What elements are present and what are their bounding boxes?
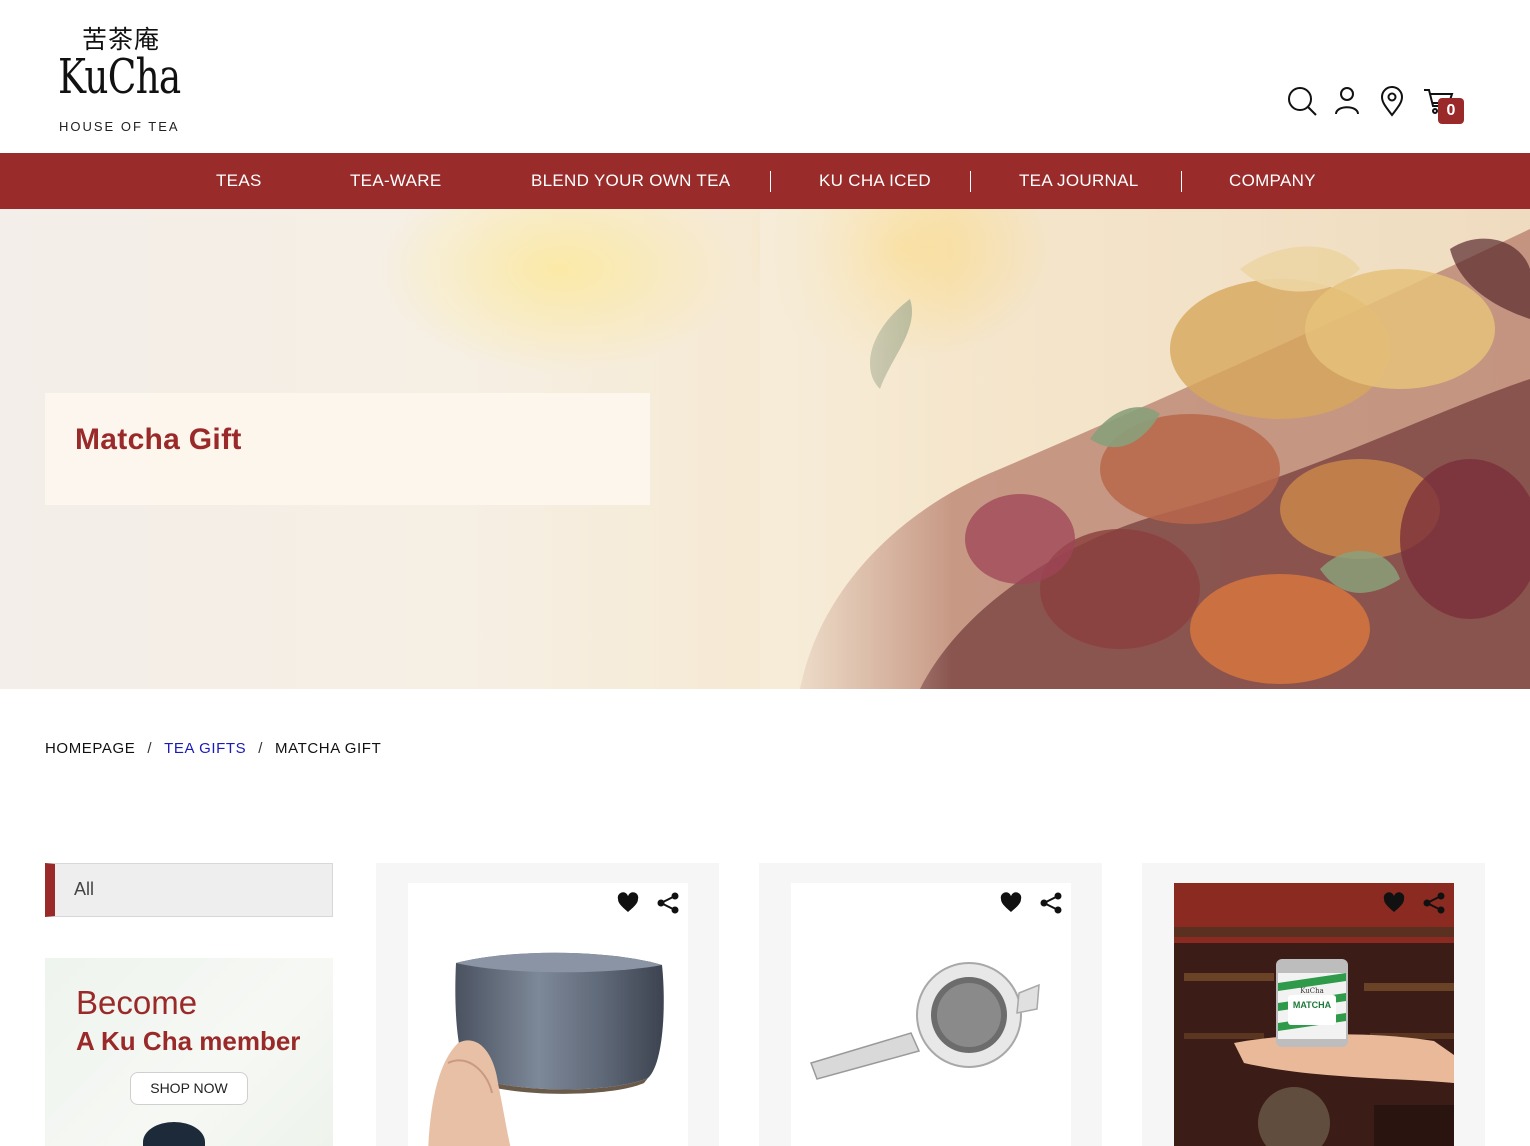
shop-now-button[interactable]: SHOP NOW [130,1072,248,1105]
promo-heading: Become [76,984,198,1021]
tin-label: MATCHA [1292,1000,1332,1010]
location-icon[interactable] [1375,84,1409,118]
category-filter-all[interactable]: All [45,863,333,917]
product-image-matcha-tin[interactable]: MATCHA KuCha [1174,883,1454,1146]
nav-item-blend-your-own-tea[interactable]: BLEND YOUR OWN TEA [531,153,730,209]
matcha-bowl-illustration [428,952,664,1146]
product-card[interactable] [376,863,719,1146]
nav-item-company[interactable]: COMPANY [1229,153,1316,209]
nav-divider [770,171,771,192]
hero-banner: Matcha Gift [0,209,1530,689]
product-actions [616,891,680,915]
breadcrumb-current: MATCHA GIFT [275,740,382,757]
share-icon[interactable] [1422,891,1446,915]
breadcrumb-separator: / [147,740,153,757]
product-card[interactable] [759,863,1102,1146]
main-navigation: TEAS TEA-WARE BLEND YOUR OWN TEA KU CHA … [0,153,1530,209]
category-filter-label: All [74,879,95,899]
product-image-matcha-bowl[interactable] [408,883,688,1146]
nav-divider [970,171,971,192]
promo-subheading: A Ku Cha member [76,1026,301,1056]
nav-item-ku-cha-iced[interactable]: KU CHA ICED [819,153,931,209]
membership-promo-banner[interactable]: Become A Ku Cha member SHOP NOW [45,958,333,1146]
product-actions [999,891,1063,915]
tea-strainer-illustration [810,962,1040,1080]
site-header: 苦茶庵 KuCha HOUSE OF TEA 0 [0,0,1530,153]
tin-brand: KuCha [1300,987,1324,995]
search-icon[interactable] [1285,84,1319,118]
nav-item-tea-journal[interactable]: TEA JOURNAL [1019,153,1139,209]
heart-icon[interactable] [999,891,1023,915]
breadcrumb: HOMEPAGE / TEA GIFTS / MATCHA GIFT [45,740,381,757]
product-image-tea-strainer[interactable] [791,883,1071,1146]
hero-tea-blend-image [760,209,1530,689]
logo-brand-text: KuCha [58,49,181,105]
breadcrumb-homepage[interactable]: HOMEPAGE [45,740,135,757]
nav-item-tea-ware[interactable]: TEA-WARE [350,153,442,209]
matcha-tin-illustration [1174,883,1454,1146]
promo-person-image [143,1122,205,1146]
account-icon[interactable] [1330,84,1364,118]
page-title: Matcha Gift [75,423,242,456]
heart-icon[interactable] [1382,891,1406,915]
breadcrumb-separator: / [258,740,264,757]
cart-count-badge: 0 [1438,98,1464,124]
hero-title-card: Matcha Gift [45,393,650,505]
product-actions [1382,891,1446,915]
share-icon[interactable] [656,891,680,915]
breadcrumb-tea-gifts[interactable]: TEA GIFTS [164,740,246,757]
kucha-logo[interactable]: 苦茶庵 KuCha HOUSE OF TEA [58,20,193,136]
share-icon[interactable] [1039,891,1063,915]
nav-divider [1181,171,1182,192]
nav-item-teas[interactable]: TEAS [216,153,262,209]
product-card[interactable]: MATCHA KuCha [1142,863,1485,1146]
heart-icon[interactable] [616,891,640,915]
logo-tagline: HOUSE OF TEA [59,119,180,134]
